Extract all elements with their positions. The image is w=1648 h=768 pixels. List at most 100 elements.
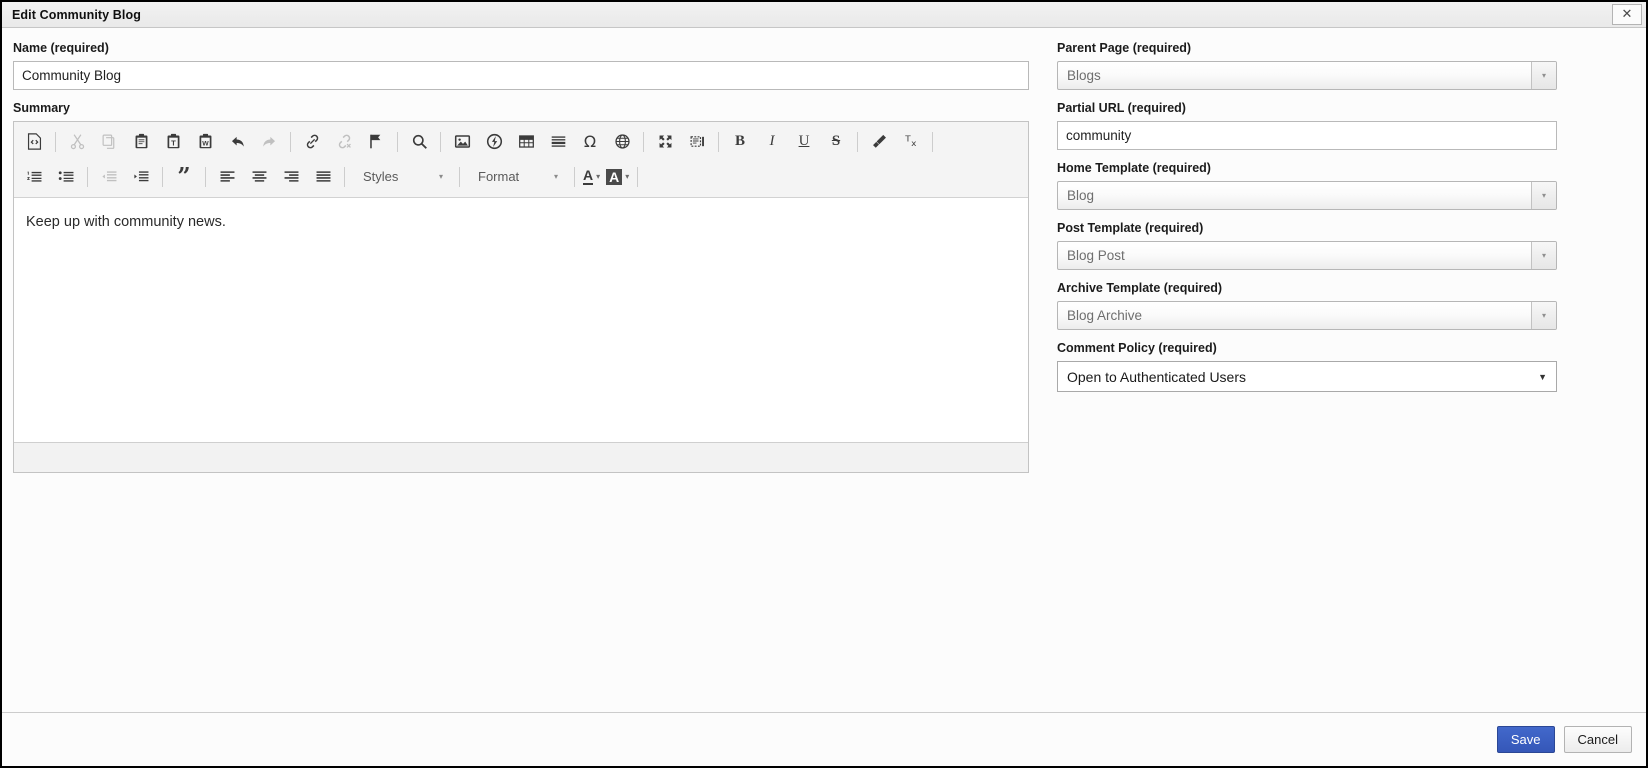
paste-as-plain-text-icon[interactable]: T [160,129,186,155]
align-center-icon[interactable] [246,164,272,190]
field-block-4: Archive Template (required) Blog Archive ▾ [1057,281,1557,330]
field-label-2: Home Template (required) [1057,161,1211,175]
editor-toolbar: T W Ω B I U Sᵀₓ ” Styles ▾ Format ▾ A ▾ A ▾ [14,122,1028,198]
increase-indent-icon[interactable] [128,164,154,190]
editor-toolbar-row-1: T W Ω B I U Sᵀₓ [18,124,1024,159]
unlink-icon [331,129,357,155]
summary-label: Summary [13,101,70,115]
remove-format-icon[interactable]: ᵀₓ [898,129,924,155]
editor-content-area[interactable]: Keep up with community news. [14,198,1028,442]
toolbar-separator [55,131,56,152]
name-input[interactable] [13,61,1029,90]
image-icon[interactable] [449,129,475,155]
toolbar-separator [574,166,575,187]
chevron-down-icon: ▾ [1531,62,1556,89]
editor-status-bar [14,442,1028,472]
undo-icon[interactable] [224,129,250,155]
toolbar-separator [643,131,644,152]
select-4: Blog Archive ▾ [1057,301,1557,330]
field-label-4: Archive Template (required) [1057,281,1223,295]
anchor-icon[interactable] [363,129,389,155]
chevron-down-icon: ▾ [1531,242,1556,269]
select-value-0: Blogs [1067,68,1101,83]
chevron-down-icon: ▾ [625,172,630,181]
svg-text:T: T [171,138,176,147]
dialog-titlebar: Edit Community Blog ✕ [2,2,1646,28]
find-icon[interactable] [406,129,432,155]
table-icon[interactable] [513,129,539,155]
source-icon[interactable] [21,129,47,155]
bold-icon[interactable]: B [727,129,753,155]
field-label-5: Comment Policy (required) [1057,341,1217,355]
special-character-icon[interactable]: Ω [577,129,603,155]
iframe-icon[interactable] [609,129,635,155]
text-color-button[interactable]: A ▾ [583,164,600,190]
horizontal-rule-icon[interactable] [545,129,571,155]
comment-policy-select[interactable]: Open to Authenticated Users ▼ [1057,361,1557,392]
align-right-icon[interactable] [278,164,304,190]
toolbar-separator [440,131,441,152]
field-block-5: Comment Policy (required) Open to Authent… [1057,341,1557,392]
field-block-1: Partial URL (required) [1057,101,1557,150]
summary-field-block: Summary T W Ω B I U Sᵀₓ ” Styles ▾ Format ▾ A ▾ A ▾ Ke… [13,101,1029,473]
strikethrough-icon[interactable]: S [823,129,849,155]
toolbar-separator [857,131,858,152]
italic-icon[interactable]: I [759,129,785,155]
underline-icon[interactable]: U [791,129,817,155]
cut-icon [64,129,90,155]
field-block-3: Post Template (required) Blog Post ▾ [1057,221,1557,270]
format-dropdown[interactable]: Format ▾ [469,164,565,189]
dialog-body: Name (required) Summary T W Ω BIUSᵀₓ ” Style… [2,28,1646,712]
copy-formatting-icon[interactable] [866,129,892,155]
toolbar-separator [637,166,639,187]
link-icon[interactable] [299,129,325,155]
chevron-down-icon: ▼ [1538,371,1547,382]
chevron-down-icon: ▾ [1531,182,1556,209]
field-block-0: Parent Page (required) Blogs ▾ [1057,41,1557,90]
select-3: Blog Post ▾ [1057,241,1557,270]
text-color-button-glyph: A [583,167,594,185]
right-column: Parent Page (required) Blogs ▾ Partial URL … [1057,41,1557,403]
svg-text:W: W [202,140,209,147]
chevron-down-icon: ▾ [553,172,558,181]
edit-community-blog-dialog: Edit Community Blog ✕ Name (required) Su… [0,0,1648,768]
block-quote-icon[interactable]: ” [171,164,197,190]
justify-icon[interactable] [310,164,336,190]
format-dropdown-label: Format [478,169,520,184]
bulleted-list-icon[interactable] [53,164,79,190]
save-button[interactable]: Save [1496,726,1555,753]
field-label-3: Post Template (required) [1057,221,1204,235]
background-color-button-glyph: A [606,168,623,185]
name-label: Name (required) [13,41,109,55]
show-blocks-icon[interactable] [684,129,710,155]
close-icon[interactable]: ✕ [1612,4,1642,25]
align-left-icon[interactable] [214,164,240,190]
select-value-2: Blog [1067,188,1095,203]
copy-icon [96,129,122,155]
field-label-1: Partial URL (required) [1057,101,1186,115]
background-color-button[interactable]: A ▾ [606,164,629,190]
toolbar-separator [344,166,345,187]
field-block-2: Home Template (required) Blog ▾ [1057,161,1557,210]
paste-icon[interactable] [128,129,154,155]
cancel-button[interactable]: Cancel [1563,726,1632,753]
styles-dropdown-label: Styles [363,169,399,184]
editor-toolbar-row-2: ” Styles ▾ Format ▾ A ▾ A ▾ [18,159,1024,194]
chevron-down-icon: ▾ [1531,302,1556,329]
toolbar-separator [718,131,719,152]
toolbar-separator [397,131,398,152]
paste-from-word-icon[interactable]: W [192,129,218,155]
redo-icon [256,129,282,155]
flash-icon[interactable] [481,129,507,155]
chevron-down-icon: ▾ [438,172,443,181]
dialog-footer: Save Cancel [2,712,1646,766]
chevron-down-icon: ▾ [596,172,601,181]
numbered-list-icon[interactable] [21,164,47,190]
partial-url-input[interactable] [1057,121,1557,150]
select-value-4: Blog Archive [1067,308,1143,323]
toolbar-separator [290,131,291,152]
select-value-3: Blog Post [1067,248,1125,263]
toolbar-separator [87,166,88,187]
maximize-icon[interactable] [652,129,678,155]
styles-dropdown[interactable]: Styles ▾ [354,164,450,189]
